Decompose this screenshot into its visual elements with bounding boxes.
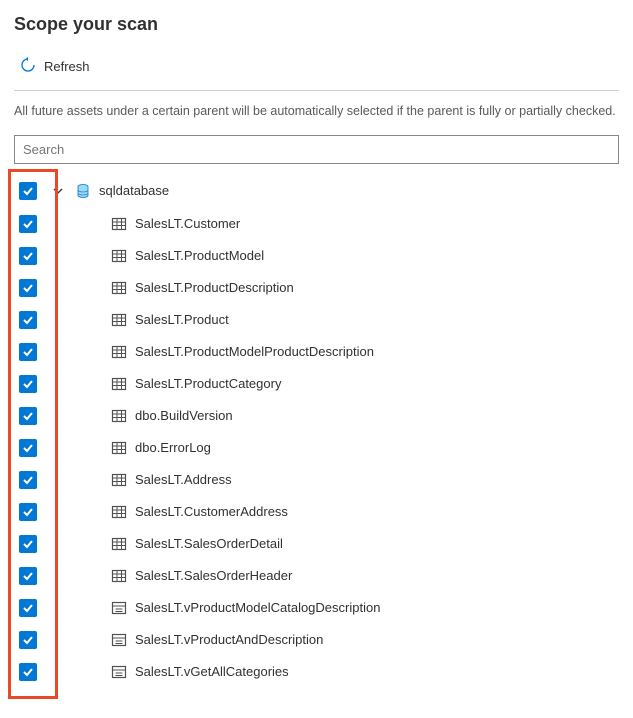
tree-item-label: SalesLT.vProductAndDescription bbox=[135, 632, 323, 647]
checkbox[interactable] bbox=[19, 567, 37, 585]
tree-item-row[interactable]: SalesLT.SalesOrderDetail bbox=[14, 528, 619, 560]
table-icon bbox=[111, 344, 127, 360]
table-icon bbox=[111, 280, 127, 296]
table-icon bbox=[111, 248, 127, 264]
tree-item-label: SalesLT.Customer bbox=[135, 216, 240, 231]
checkbox[interactable] bbox=[19, 471, 37, 489]
checkbox[interactable] bbox=[19, 343, 37, 361]
tree: sqldatabase SalesLT.Customer SalesLT.Prod… bbox=[14, 174, 619, 688]
toolbar: Refresh bbox=[14, 53, 619, 91]
table-icon bbox=[111, 216, 127, 232]
refresh-button[interactable]: Refresh bbox=[14, 53, 96, 80]
tree-item-label: SalesLT.CustomerAddress bbox=[135, 504, 288, 519]
table-icon bbox=[111, 312, 127, 328]
tree-items: SalesLT.Customer SalesLT.ProductModel Sale… bbox=[14, 208, 619, 688]
database-icon bbox=[75, 183, 91, 199]
checkbox[interactable] bbox=[19, 182, 37, 200]
checkbox[interactable] bbox=[19, 503, 37, 521]
tree-root-row[interactable]: sqldatabase bbox=[14, 174, 619, 208]
tree-item-row[interactable]: SalesLT.vGetAllCategories bbox=[14, 656, 619, 688]
checkbox[interactable] bbox=[19, 535, 37, 553]
tree-item-label: SalesLT.ProductDescription bbox=[135, 280, 294, 295]
tree-item-row[interactable]: SalesLT.CustomerAddress bbox=[14, 496, 619, 528]
tree-item-label: dbo.BuildVersion bbox=[135, 408, 233, 423]
table-icon bbox=[111, 408, 127, 424]
view-icon bbox=[111, 600, 127, 616]
tree-item-label: SalesLT.vGetAllCategories bbox=[135, 664, 289, 679]
checkbox[interactable] bbox=[19, 247, 37, 265]
refresh-label: Refresh bbox=[44, 59, 90, 74]
tree-item-label: SalesLT.Product bbox=[135, 312, 229, 327]
checkbox[interactable] bbox=[19, 439, 37, 457]
tree-item-row[interactable]: SalesLT.SalesOrderHeader bbox=[14, 560, 619, 592]
table-icon bbox=[111, 504, 127, 520]
checkbox[interactable] bbox=[19, 599, 37, 617]
tree-item-row[interactable]: SalesLT.Address bbox=[14, 464, 619, 496]
refresh-icon bbox=[20, 57, 36, 76]
table-icon bbox=[111, 568, 127, 584]
tree-item-row[interactable]: SalesLT.ProductCategory bbox=[14, 368, 619, 400]
chevron-down-icon[interactable] bbox=[51, 186, 65, 196]
description-text: All future assets under a certain parent… bbox=[14, 103, 619, 121]
tree-item-label: SalesLT.ProductCategory bbox=[135, 376, 281, 391]
tree-item-row[interactable]: dbo.ErrorLog bbox=[14, 432, 619, 464]
tree-item-label: SalesLT.ProductModel bbox=[135, 248, 264, 263]
tree-item-row[interactable]: dbo.BuildVersion bbox=[14, 400, 619, 432]
tree-item-row[interactable]: SalesLT.vProductAndDescription bbox=[14, 624, 619, 656]
tree-item-label: SalesLT.vProductModelCatalogDescription bbox=[135, 600, 380, 615]
tree-item-row[interactable]: SalesLT.Product bbox=[14, 304, 619, 336]
table-icon bbox=[111, 440, 127, 456]
checkbox[interactable] bbox=[19, 375, 37, 393]
table-icon bbox=[111, 376, 127, 392]
tree-item-row[interactable]: SalesLT.ProductModel bbox=[14, 240, 619, 272]
checkbox[interactable] bbox=[19, 279, 37, 297]
checkbox[interactable] bbox=[19, 311, 37, 329]
checkbox[interactable] bbox=[19, 407, 37, 425]
tree-item-label: SalesLT.ProductModelProductDescription bbox=[135, 344, 374, 359]
tree-item-row[interactable]: SalesLT.Customer bbox=[14, 208, 619, 240]
tree-item-label: SalesLT.SalesOrderDetail bbox=[135, 536, 283, 551]
tree-item-label: SalesLT.SalesOrderHeader bbox=[135, 568, 292, 583]
tree-item-label: dbo.ErrorLog bbox=[135, 440, 211, 455]
table-icon bbox=[111, 536, 127, 552]
checkbox[interactable] bbox=[19, 663, 37, 681]
view-icon bbox=[111, 632, 127, 648]
search-input[interactable] bbox=[14, 135, 619, 164]
tree-item-label: SalesLT.Address bbox=[135, 472, 232, 487]
tree-root-label: sqldatabase bbox=[99, 183, 169, 198]
checkbox[interactable] bbox=[19, 631, 37, 649]
tree-item-row[interactable]: SalesLT.ProductDescription bbox=[14, 272, 619, 304]
tree-item-row[interactable]: SalesLT.vProductModelCatalogDescription bbox=[14, 592, 619, 624]
table-icon bbox=[111, 472, 127, 488]
page-title: Scope your scan bbox=[14, 14, 619, 35]
view-icon bbox=[111, 664, 127, 680]
checkbox[interactable] bbox=[19, 215, 37, 233]
tree-item-row[interactable]: SalesLT.ProductModelProductDescription bbox=[14, 336, 619, 368]
